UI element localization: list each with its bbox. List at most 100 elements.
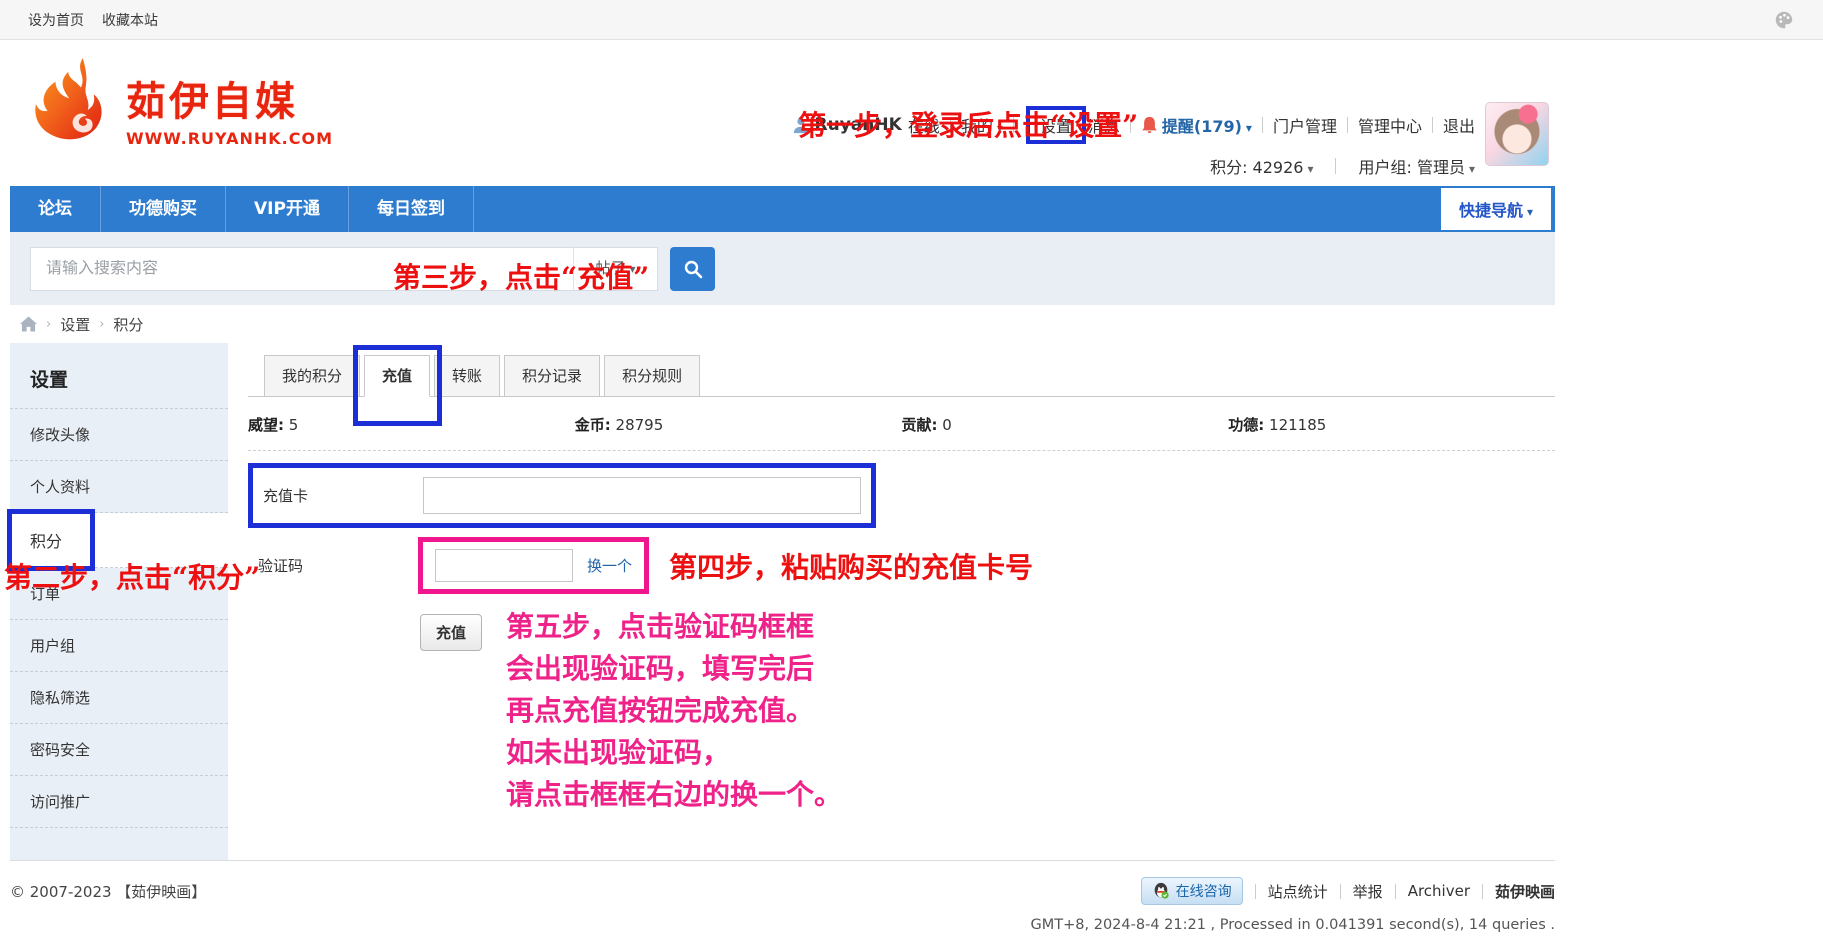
messages-link[interactable]: 消息 <box>1088 113 1120 137</box>
recharge-submit-button[interactable]: 充值 <box>420 614 482 651</box>
divider <box>1335 158 1336 174</box>
portal-admin-link[interactable]: 门户管理 <box>1273 113 1337 137</box>
divider <box>1347 117 1348 133</box>
footer-links: 在线咨询 站点统计 举报 Archiver 茹伊映画 <box>1141 877 1555 905</box>
annotation-step5-line: 第五步，点击验证码框框 <box>506 606 842 648</box>
annotation-step5: 第五步，点击验证码框框 会出现验证码，填写完后 再点充值按钮完成充值。 如未出现… <box>506 606 842 816</box>
tab-recharge[interactable]: 充值 <box>364 355 430 397</box>
nav-item-daily-signin[interactable]: 每日签到 <box>349 186 474 232</box>
tab-label: 充值 <box>382 367 412 385</box>
change-captcha-link[interactable]: 换一个 <box>587 555 632 576</box>
logo-text: 茹伊自媒 WWW.RUYANHK.COM <box>126 69 333 148</box>
stat-gold: 金币: 28795 <box>575 414 902 435</box>
avatar[interactable] <box>1485 102 1549 166</box>
logo-title: 茹伊自媒 <box>126 69 333 127</box>
bookmark-site-link[interactable]: 收藏本站 <box>102 10 158 30</box>
nav-item-forum[interactable]: 论坛 <box>10 186 101 232</box>
nav-item-merit-shop[interactable]: 功德购买 <box>101 186 226 232</box>
annotation-step5-line: 如未出现验证码， <box>506 732 842 774</box>
site-stats-link[interactable]: 站点统计 <box>1268 881 1328 902</box>
divider <box>1013 117 1014 133</box>
copyright: © 2007-2023 【茹伊映画】 <box>10 881 206 902</box>
stat-value: 121185 <box>1269 416 1326 434</box>
sidebar-item-usergroup[interactable]: 用户组 <box>10 620 228 672</box>
annotation-box-captcha: 换一个 <box>418 537 649 594</box>
tab-credit-rules[interactable]: 积分规则 <box>604 355 700 397</box>
style-switch-palette-icon[interactable] <box>1773 9 1795 31</box>
search-input[interactable] <box>31 260 573 278</box>
recharge-card-row: 充值卡 <box>248 463 876 528</box>
site-logo[interactable]: 茹伊自媒 WWW.RUYANHK.COM <box>32 54 333 162</box>
sidebar-item-label: 积分 <box>30 532 62 551</box>
sidebar-item-avatar[interactable]: 修改头像 <box>10 409 228 461</box>
divider <box>1130 117 1131 133</box>
credits-content: 我的积分 充值 转账 积分记录 积分规则 威望: 5 金币: 28795 贡献:… <box>228 343 1555 860</box>
search-button[interactable] <box>670 247 715 291</box>
footer: © 2007-2023 【茹伊映画】 在线咨询 站点统计 举报 Archive <box>10 860 1555 933</box>
credits-tabs: 我的积分 充值 转账 积分记录 积分规则 <box>248 355 1555 397</box>
credits-menu[interactable]: 积分: 42926 <box>1210 154 1313 178</box>
sidebar-item-promotion[interactable]: 访问推广 <box>10 776 228 828</box>
site-header: 茹伊自媒 WWW.RUYANHK.COM RuyanHK 在线 我的 设置 消息… <box>10 40 1555 186</box>
server-status-line: GMT+8, 2024-8-4 21:21 , Processed in 0.0… <box>10 917 1555 933</box>
set-homepage-link[interactable]: 设为首页 <box>28 10 84 30</box>
stat-value: 28795 <box>616 416 664 434</box>
divider <box>1262 117 1263 133</box>
search-band: 帖子 <box>10 232 1555 305</box>
tab-credit-log[interactable]: 积分记录 <box>504 355 600 397</box>
submit-row: 充值 第五步，点击验证码框框 会出现验证码，填写完后 再点充值按钮完成充值。 如… <box>248 614 1555 816</box>
tab-my-credits[interactable]: 我的积分 <box>264 355 360 397</box>
admin-center-link[interactable]: 管理中心 <box>1358 113 1422 137</box>
search-icon <box>683 259 703 279</box>
settings-link[interactable]: 设置 <box>1026 106 1086 144</box>
search-type-select[interactable]: 帖子 <box>573 247 657 290</box>
divider <box>1255 884 1256 899</box>
stat-merit: 功德: 121185 <box>1228 414 1555 435</box>
footer-brand-link[interactable]: 茹伊映画 <box>1495 881 1555 902</box>
stat-label: 贡献: <box>902 416 938 434</box>
logout-link[interactable]: 退出 <box>1443 113 1475 137</box>
sidebar-item-orders[interactable]: 订单 <box>10 568 228 620</box>
divider <box>1482 884 1483 899</box>
flame-logo-icon <box>32 54 120 162</box>
home-icon[interactable] <box>20 316 37 332</box>
username[interactable]: RuyanHK <box>815 115 902 135</box>
online-service-badge[interactable]: 在线咨询 <box>1141 877 1243 905</box>
breadcrumb-separator: › <box>46 317 51 332</box>
stat-label: 功德: <box>1228 416 1264 434</box>
qq-service-icon <box>1152 882 1170 900</box>
quick-nav-button[interactable]: 快捷导航 <box>1441 188 1551 230</box>
tab-transfer[interactable]: 转账 <box>434 355 500 397</box>
stat-value: 5 <box>289 416 299 434</box>
divider <box>950 117 951 133</box>
online-status: 在线 <box>908 113 940 137</box>
stat-label: 金币: <box>575 416 611 434</box>
credit-toolbar: 积分: 42926 用户组: 管理员 <box>1210 154 1475 178</box>
logo-url: WWW.RUYANHK.COM <box>126 129 333 148</box>
stat-contribution: 贡献: 0 <box>902 414 1229 435</box>
captcha-label: 验证码 <box>248 555 418 576</box>
main-nav: 论坛 功德购买 VIP开通 每日签到 快捷导航 <box>10 186 1555 232</box>
report-link[interactable]: 举报 <box>1353 881 1383 902</box>
user-icon <box>792 116 810 134</box>
breadcrumb: › 设置 › 积分 <box>10 305 1555 343</box>
recharge-card-input[interactable] <box>423 477 861 514</box>
my-menu[interactable]: 我的 <box>961 113 1003 137</box>
sidebar-item-privacy[interactable]: 隐私筛选 <box>10 672 228 724</box>
archiver-link[interactable]: Archiver <box>1408 882 1470 900</box>
sidebar-item-profile[interactable]: 个人资料 <box>10 461 228 513</box>
breadcrumb-settings[interactable]: 设置 <box>60 314 90 335</box>
stat-label: 威望: <box>248 416 284 434</box>
breadcrumb-separator: › <box>99 317 104 332</box>
breadcrumb-credits[interactable]: 积分 <box>113 314 143 335</box>
captcha-input[interactable] <box>435 549 573 582</box>
sidebar-item-credits[interactable]: 积分 <box>10 513 228 568</box>
search-box: 帖子 <box>30 247 658 291</box>
annotation-step5-line: 再点充值按钮完成充值。 <box>506 690 842 732</box>
stat-value: 0 <box>942 416 952 434</box>
online-service-label: 在线咨询 <box>1176 881 1232 901</box>
notifications-link[interactable]: 提醒(179) <box>1162 113 1252 137</box>
usergroup-menu[interactable]: 用户组: 管理员 <box>1358 154 1475 178</box>
nav-item-vip[interactable]: VIP开通 <box>226 186 349 232</box>
sidebar-item-password-security[interactable]: 密码安全 <box>10 724 228 776</box>
